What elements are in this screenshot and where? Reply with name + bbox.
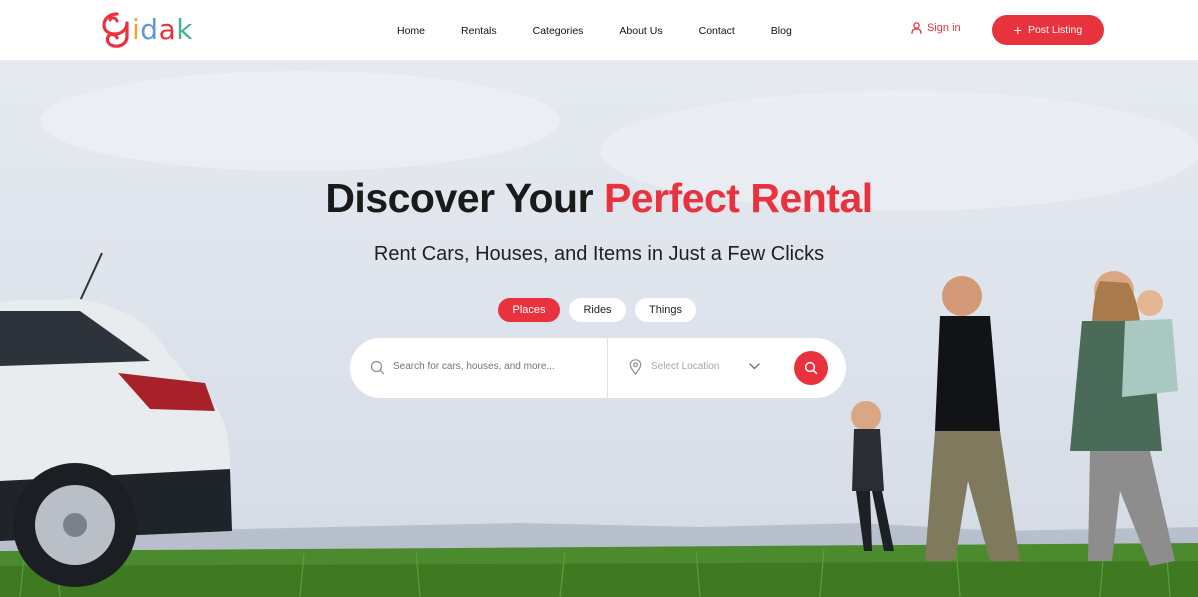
hero-title-main: Discover Your (325, 175, 604, 221)
nav-rentals[interactable]: Rentals (461, 25, 497, 37)
hero-background-photo (0, 71, 1198, 597)
brand-logo[interactable]: idak (100, 10, 193, 50)
category-tabs: Places Rides Things (498, 298, 705, 322)
sign-in-label: Sign in (927, 22, 961, 34)
chevron-down-icon[interactable] (749, 363, 760, 370)
post-listing-button[interactable]: + Post Listing (992, 15, 1104, 45)
logo-letter-a: a (158, 13, 177, 46)
post-listing-label: Post Listing (1027, 24, 1083, 36)
nav-contact[interactable]: Contact (699, 25, 735, 37)
nav-categories[interactable]: Categories (533, 25, 584, 37)
hero-title: Discover Your Perfect Rental (0, 175, 1198, 222)
logo-letter-i: i (132, 13, 141, 46)
user-icon (911, 22, 922, 34)
logo-g-mark (102, 12, 129, 48)
search-input[interactable] (393, 361, 593, 372)
search-icon (370, 360, 385, 375)
map-pin-icon (629, 359, 642, 375)
logo-letter-d: d (140, 13, 159, 46)
search-bar: Select Location (350, 338, 846, 398)
logo-letter-k: k (176, 13, 193, 46)
nav-blog[interactable]: Blog (771, 25, 792, 37)
sign-in-link[interactable]: Sign in (911, 22, 961, 34)
search-submit-button[interactable] (794, 351, 828, 385)
plus-icon: + (1013, 22, 1022, 38)
search-icon (804, 361, 818, 375)
location-select[interactable]: Select Location (651, 361, 719, 372)
hero-section: Discover Your Perfect Rental Rent Cars, … (0, 61, 1198, 597)
tab-things[interactable]: Things (635, 298, 696, 322)
tab-rides[interactable]: Rides (569, 298, 626, 322)
site-header: idak Home Rentals Categories About Us Co… (0, 0, 1198, 61)
family-walking-illustration (851, 271, 1178, 566)
hero-title-accent: Perfect Rental (603, 175, 873, 221)
main-nav: Home Rentals Categories About Us Contact… (397, 0, 828, 61)
nav-home[interactable]: Home (397, 25, 425, 37)
logo-wordmark: idak (132, 16, 193, 44)
nav-about-us[interactable]: About Us (619, 25, 662, 37)
search-divider (607, 338, 608, 398)
tab-places[interactable]: Places (498, 298, 560, 322)
hero-subtitle: Rent Cars, Houses, and Items in Just a F… (373, 243, 825, 265)
